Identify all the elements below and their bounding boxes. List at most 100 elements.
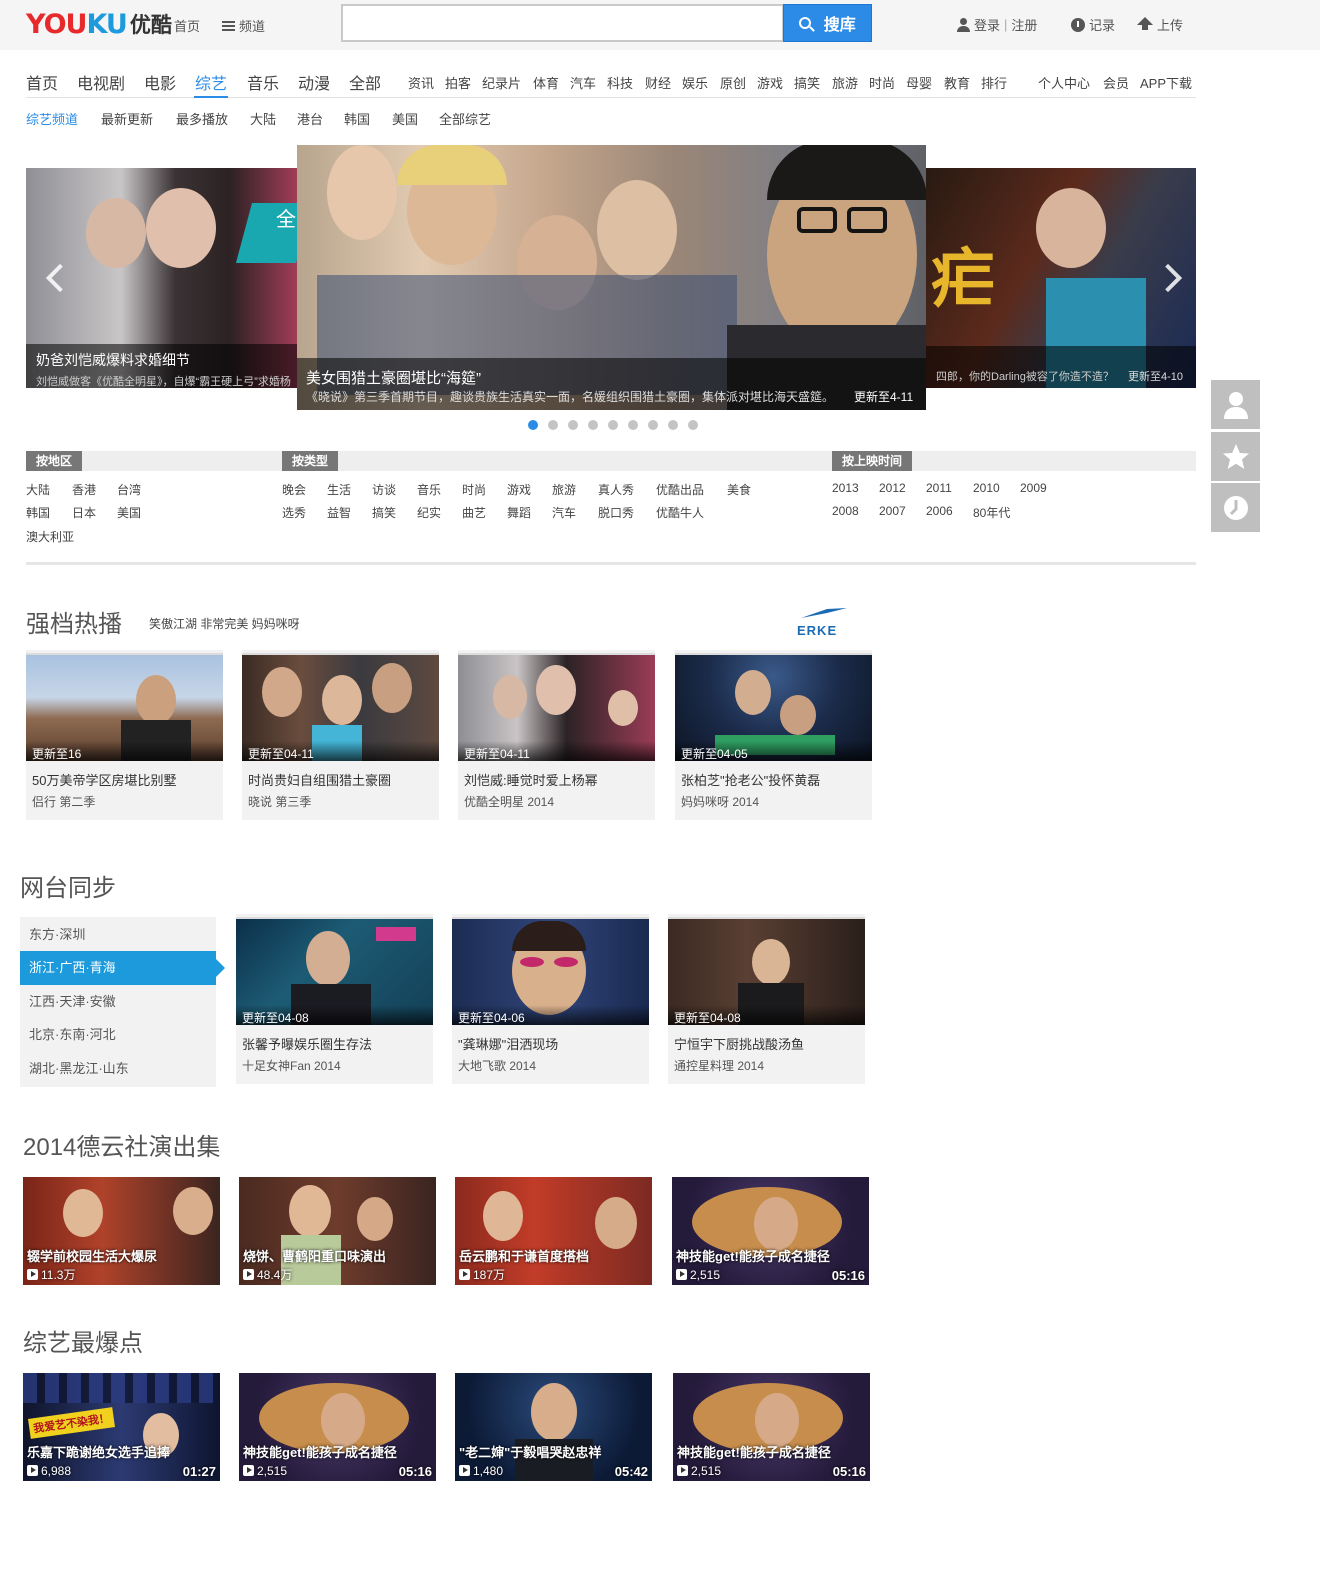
carousel-main-slide[interactable]: 美女围猎土豪圈堪比“海筵” 《晓说》第三季首期节目，趣谈贵族生活真实一面，名媛组… xyxy=(297,145,926,410)
card-sub[interactable]: 妈妈咪呀 2014 xyxy=(681,793,759,810)
nav-music[interactable]: 音乐 xyxy=(247,70,279,94)
video-card[interactable]: 神技能get!能孩子成名捷径 2,515 05:16 xyxy=(673,1373,870,1481)
filter-time-item[interactable]: 2012 xyxy=(879,481,906,495)
card-sub[interactable]: 优酷全明星 2014 xyxy=(464,793,554,810)
filter-time-item[interactable]: 2013 xyxy=(832,481,859,495)
subnav-variety-channel[interactable]: 综艺频道 xyxy=(26,109,78,128)
carousel-dot[interactable] xyxy=(528,420,538,430)
card-title[interactable]: 宁恒宇下厨挑战酸汤鱼 xyxy=(674,1034,804,1053)
tv-card[interactable]: 更新至04-08 张馨予曝娱乐圈生存法 十足女神Fan 2014 xyxy=(236,914,433,1084)
card-sub[interactable]: 大地飞歌 2014 xyxy=(458,1057,536,1074)
nav-finance[interactable]: 财经 xyxy=(645,73,671,92)
video-card[interactable]: 辍学前校园生活大爆尿 11.3万 xyxy=(23,1177,220,1285)
filter-region-item[interactable]: 澳大利亚 xyxy=(26,528,74,545)
filter-type-item[interactable]: 优酷出品 xyxy=(656,481,704,498)
subnav-all-variety[interactable]: 全部综艺 xyxy=(439,109,491,128)
filter-time-item[interactable]: 2010 xyxy=(973,481,1000,495)
card-title[interactable]: 50万美帝学区房堪比别墅 xyxy=(32,770,176,789)
card-sub[interactable]: 晓说 第三季 xyxy=(248,793,311,810)
subnav-mainland[interactable]: 大陆 xyxy=(250,109,276,128)
tv-card[interactable]: 更新至04-06 "龚琳娜"泪洒现场 大地飞歌 2014 xyxy=(452,914,649,1084)
card-sub[interactable]: 通控星料理 2014 xyxy=(674,1057,764,1074)
filter-region-item[interactable]: 韩国 xyxy=(26,504,50,521)
carousel-dot[interactable] xyxy=(648,420,658,430)
hot-section-tags[interactable]: 笑傲江湖 非常完美 妈妈咪呀 xyxy=(149,615,300,632)
filter-type-item[interactable]: 选秀 xyxy=(282,504,306,521)
carousel-dot[interactable] xyxy=(628,420,638,430)
filter-type-item[interactable]: 旅游 xyxy=(552,481,576,498)
filter-type-item[interactable]: 搞笑 xyxy=(372,504,396,521)
nav-baby[interactable]: 母婴 xyxy=(906,73,932,92)
video-card[interactable]: 岳云鹏和于谦首度搭档 187万 xyxy=(455,1177,652,1285)
nav-news[interactable]: 资讯 xyxy=(408,73,434,92)
nav-ent[interactable]: 娱乐 xyxy=(682,73,708,92)
subnav-usa[interactable]: 美国 xyxy=(392,109,418,128)
filter-time-item[interactable]: 2009 xyxy=(1020,481,1047,495)
nav-auto[interactable]: 汽车 xyxy=(570,73,596,92)
card-title[interactable]: 张馨予曝娱乐圈生存法 xyxy=(242,1034,372,1053)
hot-card[interactable]: 更新至04-05 张柏芝"抢老公"投怀黄磊 妈妈咪呀 2014 xyxy=(675,650,872,820)
tv-station-item[interactable]: 浙江·广西·青海 xyxy=(20,951,225,985)
nav-edu[interactable]: 教育 xyxy=(944,73,970,92)
login-link[interactable]: 登录 xyxy=(974,15,1000,34)
history-link[interactable]: 记录 xyxy=(1071,15,1115,34)
filter-region-item[interactable]: 美国 xyxy=(117,504,141,521)
nav-movie[interactable]: 电影 xyxy=(144,70,176,94)
video-card[interactable]: 神技能get!能孩子成名捷径 2,515 05:16 xyxy=(672,1177,869,1285)
carousel-dot[interactable] xyxy=(608,420,618,430)
card-title[interactable]: 刘恺威:睡觉时爱上杨幂 xyxy=(464,770,598,789)
filter-type-item[interactable]: 游戏 xyxy=(507,481,531,498)
filter-region-item[interactable]: 台湾 xyxy=(117,481,141,498)
filter-type-item[interactable]: 真人秀 xyxy=(598,481,634,498)
nav-games[interactable]: 游戏 xyxy=(757,73,783,92)
filter-type-item[interactable]: 生活 xyxy=(327,481,351,498)
float-history-button[interactable] xyxy=(1211,483,1260,532)
filter-region-item[interactable]: 香港 xyxy=(72,481,96,498)
hot-card[interactable]: 更新至16 50万美帝学区房堪比别墅 侣行 第二季 xyxy=(26,650,223,820)
youku-logo[interactable]: YOU KU 优酷 xyxy=(26,6,172,42)
filter-time-item[interactable]: 2007 xyxy=(879,504,906,518)
nav-sports[interactable]: 体育 xyxy=(533,73,559,92)
nav-all[interactable]: 全部 xyxy=(349,70,381,94)
hot-card[interactable]: 更新至04-11 刘恺威:睡觉时爱上杨幂 优酷全明星 2014 xyxy=(458,650,655,820)
top-channel-menu[interactable]: 频道 xyxy=(222,16,265,35)
filter-type-item[interactable]: 访谈 xyxy=(372,481,396,498)
subnav-latest[interactable]: 最新更新 xyxy=(101,109,153,128)
filter-time-item[interactable]: 2006 xyxy=(926,504,953,518)
nav-paike[interactable]: 拍客 xyxy=(445,73,471,92)
filter-time-item[interactable]: 2008 xyxy=(832,504,859,518)
nav-rank[interactable]: 排行 xyxy=(981,73,1007,92)
subnav-hk-tw[interactable]: 港台 xyxy=(297,109,323,128)
nav-funny[interactable]: 搞笑 xyxy=(794,73,820,92)
tv-station-item[interactable]: 东方·深圳 xyxy=(20,918,216,952)
search-button[interactable]: 搜库 xyxy=(783,4,872,42)
tv-card[interactable]: 更新至04-08 宁恒宇下厨挑战酸汤鱼 通控星料理 2014 xyxy=(668,914,865,1084)
filter-type-item[interactable]: 舞蹈 xyxy=(507,504,531,521)
filter-type-item[interactable]: 时尚 xyxy=(462,481,486,498)
card-sub[interactable]: 十足女神Fan 2014 xyxy=(242,1057,341,1074)
nav-anime[interactable]: 动漫 xyxy=(298,70,330,94)
filter-type-item[interactable]: 晚会 xyxy=(282,481,306,498)
filter-type-item[interactable]: 汽车 xyxy=(552,504,576,521)
filter-type-item[interactable]: 美食 xyxy=(727,481,751,498)
float-favorite-button[interactable] xyxy=(1211,432,1260,481)
tv-station-item[interactable]: 江西·天津·安徽 xyxy=(20,985,216,1019)
nav-original[interactable]: 原创 xyxy=(720,73,746,92)
filter-type-item[interactable]: 曲艺 xyxy=(462,504,486,521)
top-home-link[interactable]: 首页 xyxy=(174,16,200,35)
nav-vip[interactable]: 会员 xyxy=(1103,73,1129,92)
video-card[interactable]: 我爱艺不染我！ 乐嘉下跪谢绝女选手追捧 6,988 01:27 xyxy=(23,1373,220,1481)
subnav-most-played[interactable]: 最多播放 xyxy=(176,109,228,128)
register-link[interactable]: 注册 xyxy=(1011,15,1037,34)
hot-card[interactable]: 更新至04-11 时尚贵妇自组围猎土豪圈 晓说 第三季 xyxy=(242,650,439,820)
erke-sponsor-logo[interactable]: ERKE xyxy=(797,606,849,638)
carousel-dot[interactable] xyxy=(568,420,578,430)
filter-time-item[interactable]: 2011 xyxy=(926,481,952,495)
nav-travel[interactable]: 旅游 xyxy=(832,73,858,92)
carousel-dot[interactable] xyxy=(668,420,678,430)
float-user-button[interactable] xyxy=(1211,380,1260,429)
filter-region-item[interactable]: 日本 xyxy=(72,504,96,521)
carousel-dot[interactable] xyxy=(688,420,698,430)
video-card[interactable]: 神技能get!能孩子成名捷径 2,515 05:16 xyxy=(239,1373,436,1481)
nav-app[interactable]: APP下载 xyxy=(1140,73,1192,92)
